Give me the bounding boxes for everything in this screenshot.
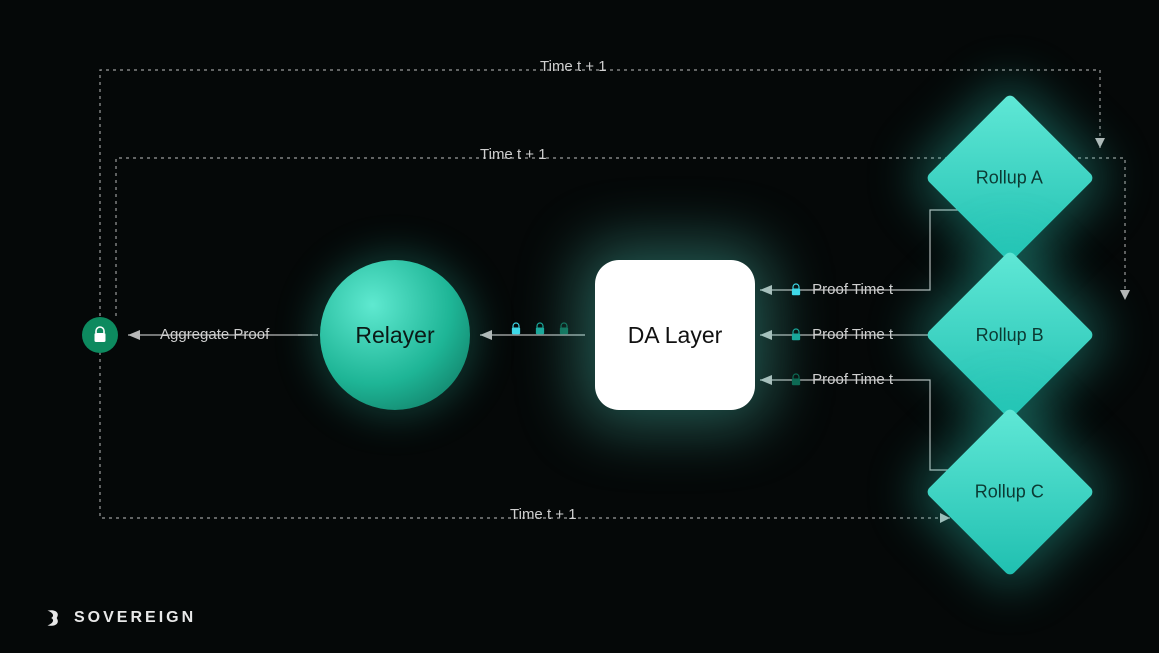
diagram-canvas: Aggregate Proof Relayer DA Layer Proof T… [0,0,1159,653]
brand-logo: SOVEREIGN [42,607,196,629]
lock-icon [790,283,802,297]
proof-time-a-label: Proof Time t [790,281,893,298]
rollup-c-label: Rollup C [975,482,1044,503]
proof-time-text: Proof Time t [812,326,893,343]
proof-time-text: Proof Time t [812,281,893,298]
lock-icon [534,322,546,336]
lock-icon [790,373,802,387]
rollup-a-label: Rollup A [976,167,1043,188]
time-tp1-top-label: Time t + 1 [540,58,607,75]
proof-time-text: Proof Time t [812,371,893,388]
relayer-node: Relayer [320,260,470,410]
rollup-a-node: Rollup A [925,93,1095,263]
rollup-c-node: Rollup C [925,407,1095,577]
rollup-b-node: Rollup B [925,250,1095,420]
lock-icon [558,322,570,336]
sovereign-logo-icon [42,607,64,629]
lock-icon [510,322,522,336]
da-layer-node: DA Layer [595,260,755,410]
aggregate-proof-label: Aggregate Proof [160,326,269,343]
time-tp1-mid-label: Time t + 1 [480,146,547,163]
brand-text: SOVEREIGN [74,609,196,627]
rollup-b-label: Rollup B [976,324,1044,345]
proof-locks-group [510,322,576,336]
proof-time-b-label: Proof Time t [790,326,893,343]
proof-time-c-label: Proof Time t [790,371,893,388]
da-layer-label: DA Layer [628,322,723,349]
aggregate-proof-node [82,317,118,353]
relayer-label: Relayer [355,322,434,349]
lock-icon [92,326,108,344]
time-tp1-bot-label: Time t + 1 [510,506,577,523]
lock-icon [790,328,802,342]
